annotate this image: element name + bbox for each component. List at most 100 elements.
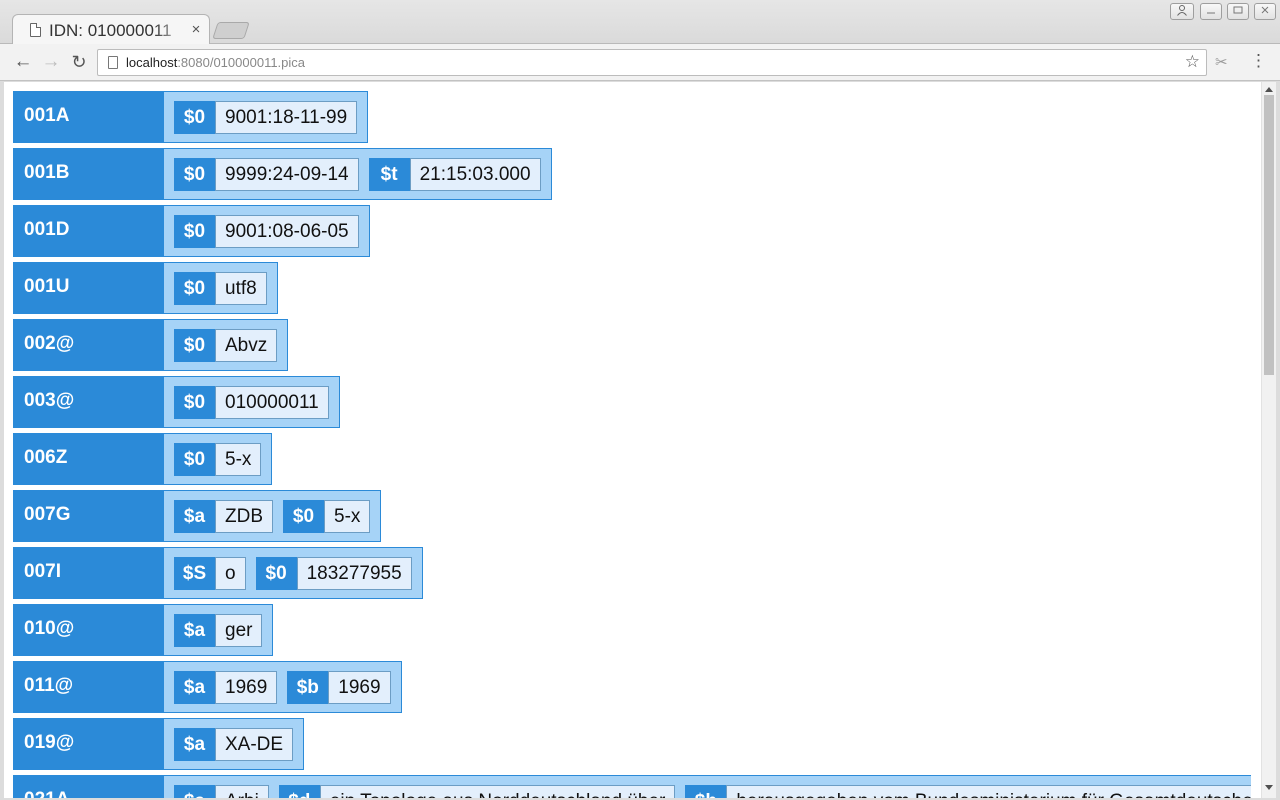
subfield-list: $0 utf8 bbox=[163, 262, 278, 314]
subfield-value: 21:15:03.000 bbox=[409, 157, 541, 191]
subfield-value: 9001:08-06-05 bbox=[215, 214, 359, 248]
subfield-code: $0 bbox=[174, 442, 215, 476]
subfield-code: $0 bbox=[174, 385, 215, 419]
scroll-thumb[interactable] bbox=[1264, 95, 1274, 375]
subfield-value: 9001:18-11-99 bbox=[215, 100, 358, 134]
subfield-value: ger bbox=[215, 613, 263, 647]
subfield-code: $0 bbox=[255, 556, 297, 590]
field-tag: 001U bbox=[13, 262, 163, 314]
subfield: $a 1969 bbox=[174, 670, 278, 704]
subfield-value: ein Topologe aus Norddeutschland über bbox=[319, 784, 676, 798]
subfield: $dein Topologe aus Norddeutschland über bbox=[278, 784, 676, 798]
field-tag: 003@ bbox=[13, 376, 163, 428]
subfield-value: Arbi bbox=[215, 784, 269, 798]
field-tag: 019@ bbox=[13, 718, 163, 770]
field-row: 001U $0 utf8 bbox=[13, 262, 1258, 314]
browser-tab[interactable]: IDN: 010000011 × bbox=[12, 14, 210, 45]
subfield: $0 9001:08-06-05 bbox=[174, 214, 359, 248]
maximize-icon[interactable] bbox=[1227, 3, 1249, 20]
back-arrow-icon[interactable]: ← bbox=[12, 51, 34, 73]
field-tag: 010@ bbox=[13, 604, 163, 656]
field-tag: 001A bbox=[13, 91, 163, 143]
field-tag: 007G bbox=[13, 490, 163, 542]
subfield: $a ger bbox=[174, 613, 263, 647]
subfield: $0 Abvz bbox=[174, 328, 278, 362]
scroll-up-icon[interactable] bbox=[1265, 87, 1273, 92]
subfield: $0 utf8 bbox=[174, 271, 267, 305]
subfield-list: $0 9999:24-09-14 $t 21:15:03.000 bbox=[163, 148, 552, 200]
field-tag: 007I bbox=[13, 547, 163, 599]
subfield-list: $a ger bbox=[163, 604, 274, 656]
tab-title: IDN: 010000011 bbox=[49, 21, 172, 40]
field-row: 007I $S o $0 183277955 bbox=[13, 547, 1258, 599]
subfield-list: $0 5-x bbox=[163, 433, 273, 485]
vertical-scrollbar[interactable] bbox=[1261, 82, 1276, 798]
subfield-code: $b bbox=[287, 670, 329, 704]
subfield-code: $a bbox=[174, 499, 215, 533]
reload-icon[interactable]: ↻ bbox=[68, 51, 90, 73]
subfield-list: $0 9001:18-11-99 bbox=[163, 91, 369, 143]
subfield-list: $0 9001:08-06-05 bbox=[163, 205, 370, 257]
field-tag: 021A bbox=[13, 775, 163, 798]
subfield-code: $0 bbox=[174, 100, 215, 134]
subfield-list: $a 1969 $b 1969 bbox=[163, 661, 402, 713]
field-tag: 001B bbox=[13, 148, 163, 200]
document-icon bbox=[30, 23, 41, 37]
subfield-code: $0 bbox=[174, 271, 215, 305]
tab-close-icon[interactable]: × bbox=[189, 20, 203, 40]
scroll-down-icon[interactable] bbox=[1265, 785, 1273, 790]
subfield-list: $a XA-DE bbox=[163, 718, 305, 770]
subfield-list: $a ZDB $0 5-x bbox=[163, 490, 382, 542]
field-row: 011@ $a 1969 $b 1969 bbox=[13, 661, 1258, 713]
field-row: 003@ $0 010000011 bbox=[13, 376, 1258, 428]
window-close-icon[interactable] bbox=[1254, 3, 1276, 20]
subfield-value: ZDB bbox=[215, 499, 273, 533]
partial-field-row: 021A $aArbi $dein Topologe aus Norddeutsch… bbox=[13, 775, 1251, 798]
subfield-code: $a bbox=[174, 613, 215, 647]
subfield-code: $0 bbox=[283, 499, 324, 533]
subfield-code: $a bbox=[174, 727, 215, 761]
subfield: $hherausgegeben vom Bundesministerium fü… bbox=[685, 784, 1251, 798]
subfield-value: 1969 bbox=[215, 670, 278, 704]
subfield: $S o bbox=[174, 556, 246, 590]
subfield-code: $0 bbox=[174, 328, 215, 362]
extension-icon[interactable]: ✂ bbox=[1215, 53, 1228, 71]
subfield-list: $0 010000011 bbox=[163, 376, 340, 428]
field-tag: 001D bbox=[13, 205, 163, 257]
subfield-value: 183277955 bbox=[296, 556, 412, 590]
profile-icon[interactable] bbox=[1170, 3, 1194, 20]
subfield: $0 183277955 bbox=[255, 556, 412, 590]
subfield-value: 010000011 bbox=[215, 385, 329, 419]
field-row: 021A $aArbi $dein Topologe aus Norddeutsch… bbox=[13, 775, 1251, 798]
field-row: 007G $a ZDB $0 5-x bbox=[13, 490, 1258, 542]
subfield: $a ZDB bbox=[174, 499, 273, 533]
subfield-value: 5-x bbox=[324, 499, 371, 533]
page-viewport: 001A $0 9001:18-11-99 001B $0 9999:24-09-14 $t… bbox=[4, 82, 1276, 798]
browser-toolbar: ← → ↻ localhost:8080/010000011.pica ☆ ✂ … bbox=[0, 44, 1280, 81]
minimize-icon[interactable] bbox=[1200, 3, 1222, 20]
field-row: 001B $0 9999:24-09-14 $t 21:15:03.000 bbox=[13, 148, 1258, 200]
subfield-code: $0 bbox=[174, 157, 215, 191]
subfield: $0 5-x bbox=[174, 442, 262, 476]
subfield-value: utf8 bbox=[215, 271, 267, 305]
subfield: $b 1969 bbox=[287, 670, 391, 704]
field-row: 006Z $0 5-x bbox=[13, 433, 1258, 485]
new-tab-button[interactable] bbox=[212, 22, 250, 39]
subfield: $t 21:15:03.000 bbox=[368, 157, 541, 191]
subfield: $0 9999:24-09-14 bbox=[174, 157, 359, 191]
subfield-value: 9999:24-09-14 bbox=[215, 157, 359, 191]
subfield-list: $0 Abvz bbox=[163, 319, 289, 371]
bookmark-star-icon[interactable]: ☆ bbox=[1185, 52, 1200, 72]
subfield-value: XA-DE bbox=[215, 727, 294, 761]
field-tag: 006Z bbox=[13, 433, 163, 485]
menu-icon[interactable]: ⋮ bbox=[1250, 51, 1267, 71]
subfield: $a XA-DE bbox=[174, 727, 294, 761]
page-icon bbox=[108, 56, 118, 69]
forward-arrow-icon[interactable]: → bbox=[40, 51, 62, 73]
subfield-value: o bbox=[215, 556, 246, 590]
field-tag: 002@ bbox=[13, 319, 163, 371]
address-bar[interactable]: localhost:8080/010000011.pica ☆ bbox=[97, 49, 1207, 76]
subfield-code: $t bbox=[368, 157, 410, 191]
subfield-code: $0 bbox=[174, 214, 215, 248]
subfield: $aArbi bbox=[174, 784, 269, 798]
